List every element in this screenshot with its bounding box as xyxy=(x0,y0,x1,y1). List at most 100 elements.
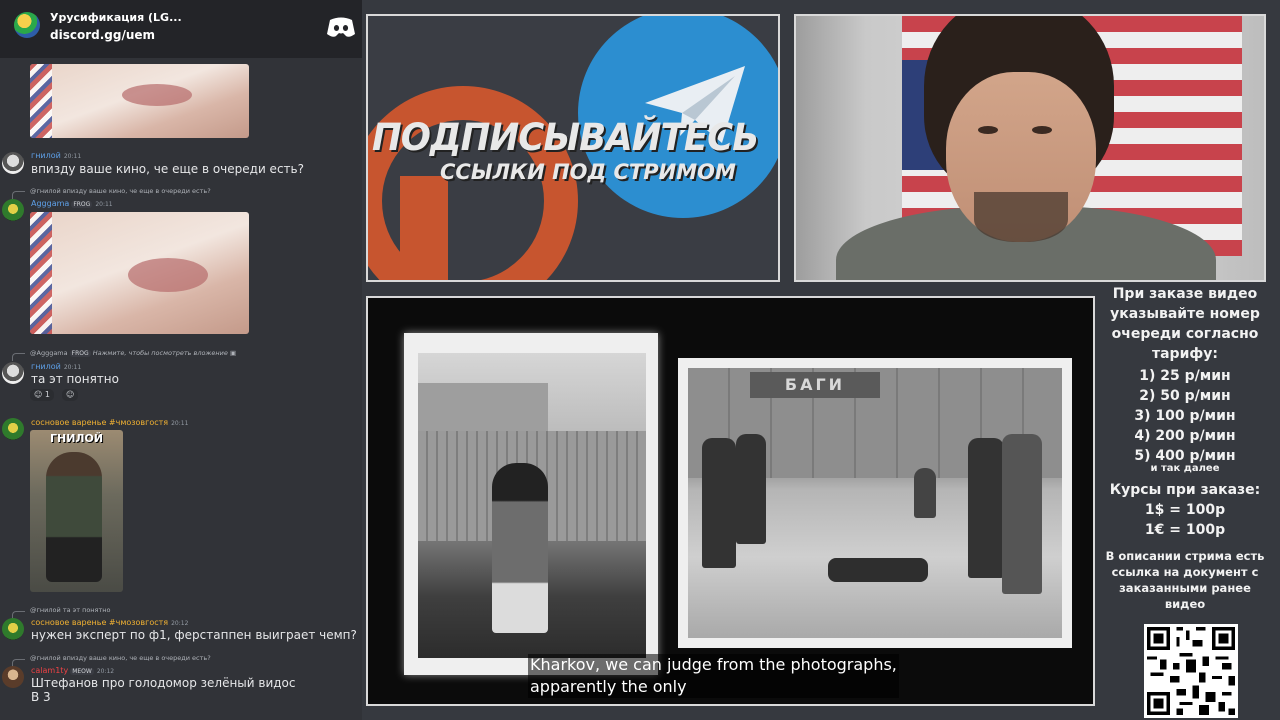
photo-person xyxy=(1002,434,1042,594)
reply-text: Нажмите, чтобы посмотреть вложение xyxy=(92,349,228,357)
message-author[interactable]: сосновое варенье #чмозовгостя 20:12 xyxy=(31,618,188,627)
emoji-icon: ☺ xyxy=(34,390,43,399)
reply-connector xyxy=(12,353,25,361)
photo-content xyxy=(418,353,646,658)
author-name: сосновое варенье #чмозовгостя xyxy=(31,418,169,427)
qr-code xyxy=(1144,624,1238,718)
avatar[interactable] xyxy=(2,418,24,440)
flag-decoration xyxy=(30,212,52,334)
server-icon xyxy=(14,12,40,38)
avatar[interactable] xyxy=(2,152,24,174)
role-badge: MEOW xyxy=(70,668,94,675)
message-author[interactable]: calam1ty MEOW 20:12 xyxy=(31,666,114,675)
message-author[interactable]: гнилой 20:11 xyxy=(31,362,81,371)
cat-mouth xyxy=(128,258,208,292)
reply-preview[interactable]: @гнилой впизду ваше кино, че еще в очере… xyxy=(30,654,211,662)
rate-item: 1€ = 100р xyxy=(1144,522,1226,538)
timestamp: 20:11 xyxy=(95,201,113,208)
discord-logo-icon xyxy=(327,17,355,37)
role-badge: FROG xyxy=(71,201,93,208)
avatar[interactable] xyxy=(2,618,24,640)
photo-sign: БАГИ xyxy=(750,372,880,398)
rate-item: 1$ = 100р xyxy=(1144,502,1226,518)
reply-preview[interactable]: @гнилой та эт понятно xyxy=(30,606,110,614)
timestamp: 20:12 xyxy=(171,620,189,627)
author-name: гнилой xyxy=(31,151,61,160)
reply-target: @гнилой xyxy=(30,606,61,614)
image-attachment[interactable] xyxy=(30,212,249,334)
photo-person xyxy=(914,468,936,518)
role-badge: FROG xyxy=(69,350,91,357)
photo-person xyxy=(968,438,1004,578)
streamer-eye xyxy=(978,126,998,134)
flag-decoration xyxy=(30,64,52,138)
tariff-item: 2) 50 р/мин xyxy=(1139,388,1231,404)
rates-title: Курсы при заказе: xyxy=(1109,482,1261,498)
message-text: впизду ваше кино, че еще в очереди есть? xyxy=(31,162,304,176)
author-name: calam1ty xyxy=(31,666,69,675)
photo-child-figure xyxy=(492,463,548,633)
message-text: Штефанов про голодомор зелёный видос xyxy=(31,676,296,690)
discord-header: Урусификация (LG... discord.gg/uem xyxy=(0,0,362,58)
webcam-feed xyxy=(794,14,1266,282)
promo-subtitle: ССЫЛКИ ПОД СТРИМОМ xyxy=(440,160,736,184)
reply-target: @гнилой xyxy=(30,654,61,662)
message-author[interactable]: сосновое варенье #чмозовгостя 20:11 xyxy=(31,418,188,427)
timestamp: 20:12 xyxy=(96,668,115,675)
author-name: Agggama xyxy=(31,199,70,208)
image-caption: ГНИЛОЙ xyxy=(50,432,104,445)
historical-photo-street: БАГИ xyxy=(678,358,1072,648)
server-name: Урусификация (LG... xyxy=(50,11,182,24)
video-player[interactable]: БАГИ Kharkov, we can judge from the phot… xyxy=(366,296,1095,706)
reply-preview[interactable]: @гнилой впизду ваше кино, че еще в очере… xyxy=(30,187,211,195)
author-name: сосновое варенье #чмозовгостя xyxy=(31,618,169,627)
promo-title: ПОДПИСЫВАЙТЕСЬ xyxy=(372,116,759,159)
reply-connector xyxy=(12,191,25,199)
order-instructions: При заказе видео указывайте номер очеред… xyxy=(1110,286,1260,362)
photo-content: БАГИ xyxy=(688,368,1062,638)
timestamp: 20:11 xyxy=(63,364,82,371)
tariff-item: 3) 100 р/мин xyxy=(1134,408,1236,424)
image-attachment[interactable] xyxy=(30,64,249,138)
message-text: та эт понятно xyxy=(31,372,119,386)
avatar[interactable] xyxy=(2,666,24,688)
avatar[interactable] xyxy=(2,199,24,221)
message-author[interactable]: гнилой 20:11 xyxy=(31,151,81,160)
reply-target: @Agggama xyxy=(30,349,68,357)
video-subtitles: Kharkov, we can judge from the photograp… xyxy=(528,654,899,698)
tariff-item: 4) 200 р/мин xyxy=(1134,428,1236,444)
streamer-eye xyxy=(1032,126,1052,134)
photo-person-lying xyxy=(828,558,928,582)
add-reaction-button[interactable]: ☺ xyxy=(62,389,79,401)
message-author[interactable]: Agggama FROG 20:11 xyxy=(31,199,113,208)
author-name: гнилой xyxy=(31,362,61,371)
description-note: В описании стрима есть ссылка на докумен… xyxy=(1105,549,1265,611)
reaction-button[interactable]: ☺ 1 xyxy=(30,389,54,401)
tariff-list: 1) 25 р/мин 2) 50 р/мин 3) 100 р/мин 4) … xyxy=(1100,366,1270,466)
reply-text: та эт понятно xyxy=(62,606,111,614)
image-attachment[interactable]: ГНИЛОЙ xyxy=(30,430,123,592)
streamer-beard xyxy=(974,192,1068,242)
image-icon: ▣ xyxy=(229,349,237,357)
rates-list: 1$ = 100р 1€ = 100р xyxy=(1100,500,1270,540)
message-text: нужен эксперт по ф1, ферстаппен выиграет… xyxy=(31,628,357,642)
subtitle-line: Kharkov, we can judge from the photograp… xyxy=(530,655,897,674)
historical-photo-child xyxy=(404,333,658,675)
subscribe-promo-panel: ПОДПИСЫВАЙТЕСЬ ССЫЛКИ ПОД СТРИМОМ xyxy=(366,14,780,282)
timestamp: 20:11 xyxy=(171,420,189,427)
discord-chat-panel: Урусификация (LG... discord.gg/uem гнило… xyxy=(0,0,362,720)
reaction-count: 1 xyxy=(44,390,50,399)
timestamp: 20:11 xyxy=(63,153,82,160)
avatar[interactable] xyxy=(2,362,24,384)
server-invite-link[interactable]: discord.gg/uem xyxy=(50,28,155,42)
reply-preview[interactable]: @Agggama FROG Нажмите, чтобы посмотреть в… xyxy=(30,349,236,357)
subtitle-line: apparently the only xyxy=(530,677,687,696)
add-emoji-icon: ☺ xyxy=(66,390,75,399)
patreon-logo-bar xyxy=(400,176,448,280)
message-text-continued: В 3 xyxy=(31,690,51,704)
tariff-etc: и так далее xyxy=(1150,463,1220,474)
photo-person xyxy=(702,438,736,568)
reply-text: впизду ваше кино, че еще в очереди есть? xyxy=(62,187,211,195)
tariff-item: 1) 25 р/мин xyxy=(1139,368,1231,384)
reply-target: @гнилой xyxy=(30,187,61,195)
